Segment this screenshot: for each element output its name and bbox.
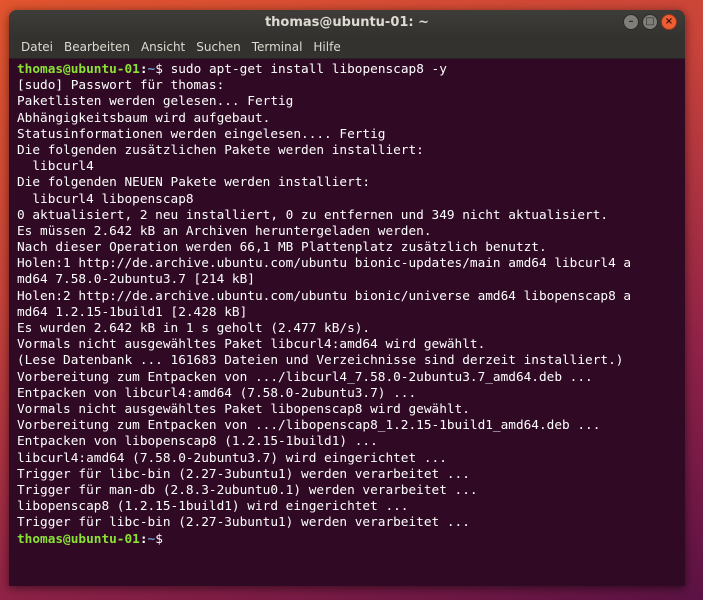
output-line: libcurl4 — [17, 159, 94, 175]
output-line: Abhängigkeitsbaum wird aufgebaut. — [17, 110, 271, 126]
current-prompt-line[interactable]: thomas@ubuntu-01:~$ — [17, 531, 685, 547]
output-line: Trigger für libc-bin (2.27-3ubuntu1) wer… — [17, 466, 470, 482]
prompt-user: thomas@ubuntu-01 — [17, 62, 140, 77]
minimize-icon: – — [628, 16, 634, 27]
command-line: thomas@ubuntu-01:~$ sudo apt-get install… — [17, 62, 685, 78]
command-text: sudo apt-get install libopenscap8 -y — [170, 62, 447, 77]
close-button[interactable]: × — [661, 14, 677, 30]
output-line: Statusinformationen werden eingelesen...… — [17, 126, 386, 142]
menu-bearbeiten[interactable]: Bearbeiten — [58, 36, 135, 58]
output-line: Entpacken von libopenscap8 (1.2.15-1buil… — [17, 434, 378, 450]
output-line: libopenscap8 (1.2.15-1build1) wird einge… — [17, 499, 409, 515]
output-line: Paketlisten werden gelesen... Fertig — [17, 94, 294, 110]
output-line: Vorbereitung zum Entpacken von .../libop… — [17, 418, 601, 434]
output-line: Vormals nicht ausgewähltes Paket libcurl… — [17, 337, 486, 353]
prompt-colon: : — [139, 62, 148, 77]
output-line: Nach dieser Operation werden 66,1 MB Pla… — [17, 240, 547, 256]
prompt-user: thomas@ubuntu-01 — [17, 532, 140, 548]
output-line: Vorbereitung zum Entpacken von .../libcu… — [17, 369, 593, 385]
maximize-button[interactable]: □ — [642, 14, 658, 30]
menu-bar: Datei Bearbeiten Ansicht Suchen Terminal… — [9, 36, 685, 59]
output-line: libcurl4:amd64 (7.58.0-2ubuntu3.7) wird … — [17, 450, 447, 466]
close-icon: × — [664, 16, 674, 27]
output-line: md64 7.58.0-2ubuntu3.7 [214 kB] — [17, 272, 255, 288]
text-cursor — [171, 531, 179, 545]
maximize-icon: □ — [645, 16, 655, 27]
output-line: Holen:1 http://de.archive.ubuntu.com/ubu… — [17, 256, 632, 272]
menu-suchen[interactable]: Suchen — [190, 36, 245, 58]
output-line: [sudo] Passwort für thomas: — [17, 78, 225, 94]
output-line: Trigger für libc-bin (2.27-3ubuntu1) wer… — [17, 515, 470, 531]
menu-hilfe[interactable]: Hilfe — [307, 36, 345, 58]
terminal-output[interactable]: thomas@ubuntu-01:~$ sudo apt-get install… — [9, 59, 685, 586]
menu-terminal[interactable]: Terminal — [246, 36, 308, 58]
output-line: Trigger für man-db (2.8.3-2ubuntu0.1) we… — [17, 482, 478, 498]
output-line: Es müssen 2.642 kB an Archiven herunterg… — [17, 223, 432, 239]
terminal-window: thomas@ubuntu-01: ~ – □ × Datei Bearbeit… — [9, 10, 685, 586]
output-line: Holen:2 http://de.archive.ubuntu.com/ubu… — [17, 288, 632, 304]
output-line: Vormals nicht ausgewähltes Paket libopen… — [17, 401, 470, 417]
window-controls: – □ × — [623, 14, 677, 30]
output-line: libcurl4 libopenscap8 — [17, 191, 194, 207]
window-title: thomas@ubuntu-01: ~ — [264, 15, 430, 30]
prompt-symbol: $ — [155, 62, 171, 77]
output-line: 0 aktualisiert, 2 neu installiert, 0 zu … — [17, 207, 609, 223]
output-line: Es wurden 2.642 kB in 1 s geholt (2.477 … — [17, 321, 371, 336]
title-bar[interactable]: thomas@ubuntu-01: ~ – □ × — [9, 10, 685, 36]
menu-datei[interactable]: Datei — [15, 36, 58, 58]
output-line: (Lese Datenbank ... 161683 Dateien und V… — [17, 353, 624, 369]
minimize-button[interactable]: – — [623, 14, 639, 30]
output-line: Die folgenden NEUEN Pakete werden instal… — [17, 175, 371, 191]
output-line: md64 1.2.15-1build1 [2.428 kB] — [17, 304, 248, 320]
prompt-colon: : — [139, 532, 148, 548]
prompt-symbol: $ — [155, 532, 171, 548]
menu-ansicht[interactable]: Ansicht — [135, 36, 190, 58]
output-line: Die folgenden zusätzlichen Pakete werden… — [17, 142, 424, 158]
output-line: Entpacken von libcurl4:amd64 (7.58.0-2ub… — [17, 385, 417, 401]
